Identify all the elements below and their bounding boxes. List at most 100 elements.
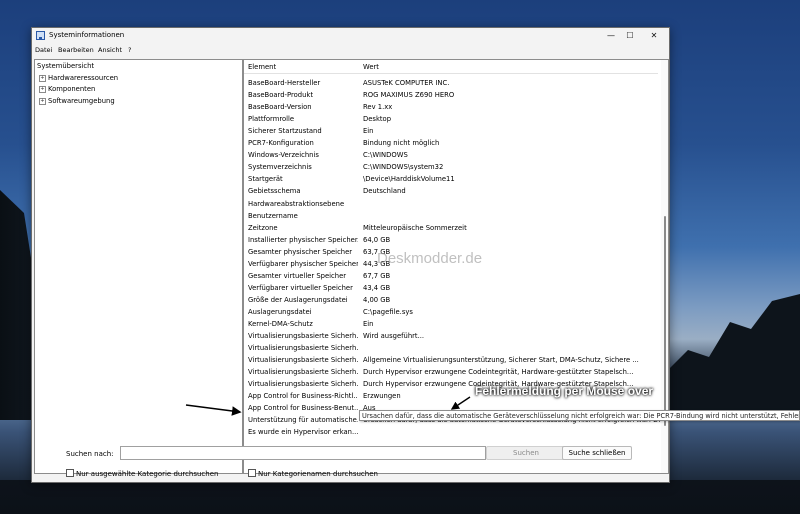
column-header-element[interactable]: Element xyxy=(248,63,276,71)
cell-element: Kernel-DMA-Schutz xyxy=(248,320,313,328)
tree-item-label: Softwareumgebung xyxy=(48,97,115,105)
cell-value: 64,0 GB xyxy=(363,235,391,244)
cell-value: C:\WINDOWS\system32 xyxy=(363,163,444,172)
cell-value: \Device\HarddiskVolume11 xyxy=(363,175,455,184)
menu-ansicht[interactable]: Ansicht xyxy=(98,46,122,54)
menu-bearbeiten[interactable]: Bearbeiten xyxy=(58,46,94,54)
cell-element: PCR7-Konfiguration xyxy=(248,139,314,148)
checkbox-box[interactable] xyxy=(66,469,74,477)
cell-element: Unterstützung für automatische... xyxy=(248,416,358,425)
table-row[interactable]: Benutzername xyxy=(244,212,658,224)
cell-value: 67,7 GB xyxy=(363,271,391,280)
cell-element: Hardwareabstraktionsebene xyxy=(248,199,345,208)
table-row[interactable]: Größe der Auslagerungsdatei 4,00 GB xyxy=(244,296,658,308)
expand-icon[interactable]: + xyxy=(39,74,46,82)
cell-value: ASUSTeK COMPUTER INC. xyxy=(363,79,450,87)
tree-item-systemuebersicht[interactable]: Systemübersicht xyxy=(37,62,95,70)
table-row[interactable]: Virtualisierungsbasierte Sicherh... Wird … xyxy=(244,332,658,344)
cell-element: BaseBoard-Version xyxy=(248,103,312,112)
menu-datei[interactable]: Datei xyxy=(35,46,52,54)
close-button[interactable]: ✕ xyxy=(643,28,665,44)
expand-icon[interactable]: + xyxy=(39,97,46,105)
table-row[interactable]: Virtualisierungsbasierte Sicherh... xyxy=(244,344,658,356)
cell-element: Verfügbarer virtueller Speicher xyxy=(248,283,353,292)
cell-value: Mitteleuropäische Sommerzeit xyxy=(363,223,467,232)
table-row[interactable]: Installierter physischer Speicher... 64,0… xyxy=(244,236,658,248)
tree-item-hardwareressourcen[interactable]: + Hardwareressourcen xyxy=(39,74,118,82)
table-row[interactable]: Systemverzeichnis C:\WINDOWS\system32 xyxy=(244,163,658,175)
close-search-button[interactable]: Suche schließen xyxy=(562,446,632,460)
cell-element: Benutzername xyxy=(248,211,298,220)
cell-element: Gesamter virtueller Speicher xyxy=(248,271,347,280)
cell-value: 43,4 GB xyxy=(363,283,391,292)
cell-element: Installierter physischer Speicher... xyxy=(248,235,358,244)
cell-element: Gebietsschema xyxy=(248,187,301,196)
table-row[interactable]: Es wurde ein Hypervisor erkan... xyxy=(244,428,658,440)
title-bar[interactable]: Systeminformationen — ☐ ✕ xyxy=(32,28,669,44)
scrollbar-thumb[interactable] xyxy=(664,216,666,426)
table-row[interactable]: Kernel-DMA-Schutz Ein xyxy=(244,320,658,332)
cell-value: Wird ausgeführt... xyxy=(363,332,425,341)
table-row[interactable]: Sicherer Startzustand Ein xyxy=(244,127,658,139)
table-row[interactable]: Auslagerungsdatei C:\pagefile.sys xyxy=(244,308,658,320)
cell-element: Virtualisierungsbasierte Sicherh... xyxy=(248,332,358,341)
search-input[interactable] xyxy=(120,446,486,460)
cell-element: BaseBoard-Produkt xyxy=(248,91,313,100)
table-row[interactable]: Virtualisierungsbasierte Sicherh... Allge… xyxy=(244,356,658,368)
checkbox-label: Nur Kategorienamen durchsuchen xyxy=(258,470,378,478)
table-row[interactable]: BaseBoard-Version Rev 1.xx xyxy=(244,103,658,115)
tooltip: Ursachen dafür, dass die automatische Ge… xyxy=(359,410,800,421)
wallpaper-trees-right xyxy=(660,294,800,420)
table-row[interactable]: Plattformrolle Desktop xyxy=(244,115,658,127)
cell-element: Systemverzeichnis xyxy=(248,163,312,172)
cell-element: App Control for Business-Richtl... xyxy=(248,392,358,401)
cell-element: Sicherer Startzustand xyxy=(248,127,322,136)
cell-element: Es wurde ein Hypervisor erkan... xyxy=(248,428,358,437)
cell-element: App Control for Business-Benut... xyxy=(248,404,358,413)
checkbox-label: Nur ausgewählte Kategorie durchsuchen xyxy=(76,470,219,478)
checkbox-category-names[interactable]: Nur Kategorienamen durchsuchen xyxy=(248,469,378,478)
tree-item-label: Komponenten xyxy=(48,85,96,93)
table-row[interactable]: Virtualisierungsbasierte Sicherh... Durch… xyxy=(244,368,658,380)
tree-item-komponenten[interactable]: + Komponenten xyxy=(39,85,95,93)
cell-value: Durch Hypervisor erzwungene Codeintegrit… xyxy=(363,368,634,377)
annotation-label: Fehlermeldung per Mouse over xyxy=(475,384,654,398)
menu-help[interactable]: ? xyxy=(128,46,131,54)
table-row[interactable]: Zeitzone Mitteleuropäische Sommerzeit xyxy=(244,224,658,236)
cell-element: Plattformrolle xyxy=(248,115,295,124)
cell-value: 4,00 GB xyxy=(363,295,391,304)
cell-value: Desktop xyxy=(363,115,392,124)
table-row[interactable]: BaseBoard-Produkt ROG MAXIMUS Z690 HERO xyxy=(244,91,658,103)
cell-value: C:\pagefile.sys xyxy=(363,307,413,316)
cell-element: Auslagerungsdatei xyxy=(248,307,312,316)
checkbox-selected-category[interactable]: Nur ausgewählte Kategorie durchsuchen xyxy=(66,469,218,478)
table-row[interactable]: Verfügbarer virtueller Speicher 43,4 GB xyxy=(244,284,658,296)
checkbox-box[interactable] xyxy=(248,469,256,477)
cell-value: Bindung nicht möglich xyxy=(363,139,440,148)
table-row[interactable]: Gesamter virtueller Speicher 67,7 GB xyxy=(244,272,658,284)
cell-element: Virtualisierungsbasierte Sicherh... xyxy=(248,356,358,365)
cell-element: Größe der Auslagerungsdatei xyxy=(248,295,348,304)
cell-element: Virtualisierungsbasierte Sicherh... xyxy=(248,368,358,377)
table-row[interactable]: BaseBoard-Hersteller ASUSTeK COMPUTER INC… xyxy=(244,79,658,91)
cell-value: Rev 1.xx xyxy=(363,103,393,112)
cell-value: Allgemeine Virtualisierungsunterstützung… xyxy=(363,356,639,365)
search-button[interactable]: Suchen xyxy=(486,446,566,460)
table-row[interactable]: Hardwareabstraktionsebene xyxy=(244,200,658,212)
tree-item-label: Hardwareressourcen xyxy=(48,74,119,82)
maximize-button[interactable]: ☐ xyxy=(619,28,641,44)
cell-value: C:\WINDOWS xyxy=(363,151,408,160)
system-info-app-icon xyxy=(36,31,45,40)
tree-item-softwareumgebung[interactable]: + Softwareumgebung xyxy=(39,97,115,105)
cell-value: Ein xyxy=(363,127,374,136)
table-row[interactable]: PCR7-Konfiguration Bindung nicht möglich xyxy=(244,139,658,151)
cell-element: Verfügbarer physischer Speicher xyxy=(248,259,358,268)
table-row[interactable]: Gebietsschema Deutschland xyxy=(244,187,658,199)
table-row[interactable]: Startgerät \Device\HarddiskVolume11 xyxy=(244,175,658,187)
table-row[interactable]: Windows-Verzeichnis C:\WINDOWS xyxy=(244,151,658,163)
column-header-wert[interactable]: Wert xyxy=(363,63,379,71)
cell-value: Deutschland xyxy=(363,187,406,196)
expand-icon[interactable]: + xyxy=(39,85,46,93)
cell-value: Erzwungen xyxy=(363,392,401,401)
cell-element: Virtualisierungsbasierte Sicherh... xyxy=(248,344,358,353)
